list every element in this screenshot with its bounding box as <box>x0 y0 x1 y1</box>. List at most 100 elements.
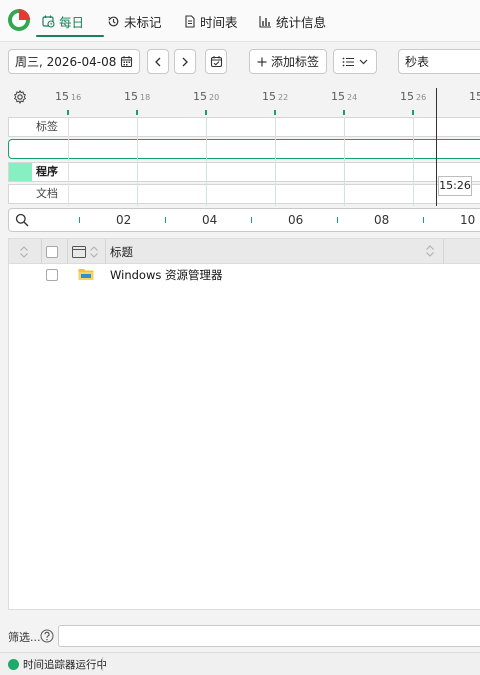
folder-icon <box>78 267 94 281</box>
hour-label: 10 <box>460 213 476 227</box>
status-bar: 时间追踪器运行中 <box>0 652 480 675</box>
hour-label: 04 <box>202 213 218 227</box>
timeline-row-active[interactable] <box>8 139 480 159</box>
time-tick-label: 15 18 <box>124 90 151 103</box>
time-tick-mark <box>343 110 345 115</box>
search-icon[interactable] <box>15 213 29 227</box>
window-icon <box>72 245 86 258</box>
chevron-down-icon <box>359 59 368 65</box>
bar-chart-icon <box>259 15 272 28</box>
plus-icon <box>257 57 267 67</box>
row-title: Windows 资源管理器 <box>110 268 223 282</box>
chevron-right-icon <box>181 57 189 67</box>
timeline-row-programs[interactable] <box>8 162 480 182</box>
timeline-row-label: 文档 <box>36 187 58 200</box>
tab-timesheet[interactable]: 时间表 <box>184 8 238 34</box>
stopwatch-value: 秒表 <box>405 55 430 69</box>
hour-tick <box>165 217 166 223</box>
timeline-row-documents[interactable] <box>8 184 480 204</box>
date-value: 周三, 2026-04-08 <box>15 55 117 69</box>
calendar-clock-icon <box>42 15 55 28</box>
status-divider <box>102 657 103 671</box>
view-mode-dropdown[interactable] <box>333 49 377 74</box>
timeline-row-label: 程序 <box>36 165 58 178</box>
grid-line <box>137 117 138 206</box>
timeline-row-tags[interactable] <box>8 117 480 137</box>
calendar-check-icon <box>210 55 223 68</box>
hour-tick <box>251 217 252 223</box>
icon-column-header[interactable] <box>72 239 106 264</box>
title-column-header[interactable]: 标题 <box>110 239 440 264</box>
tab-label: 统计信息 <box>276 14 327 30</box>
history-icon <box>107 15 120 28</box>
calendar-icon[interactable] <box>120 55 133 68</box>
add-tag-label: 添加标签 <box>270 55 319 69</box>
time-tick-mark <box>67 110 69 115</box>
time-tick-label: 15 20 <box>193 90 220 103</box>
hour-tick <box>423 217 424 223</box>
today-button[interactable] <box>205 49 227 74</box>
date-picker[interactable]: 周三, 2026-04-08 <box>8 49 140 74</box>
time-tick-mark <box>205 110 207 115</box>
table-header: 标题 <box>9 239 480 264</box>
tab-label: 每日 <box>59 14 85 30</box>
activity-table: 标题 Windows 资源管理器 <box>8 238 480 610</box>
chevron-left-icon <box>154 57 162 67</box>
prev-day-button[interactable] <box>147 49 169 74</box>
stopwatch-field[interactable]: 秒表 <box>398 49 480 74</box>
time-tick-label: 15 16 <box>55 90 82 103</box>
column-divider <box>67 239 68 264</box>
gear-icon[interactable] <box>13 90 27 104</box>
sort-icon <box>89 245 99 259</box>
hour-label: 02 <box>116 213 132 227</box>
row-checkbox[interactable] <box>46 269 58 281</box>
tab-label: 时间表 <box>200 14 238 30</box>
timeline-panel: 15 16 15 18 15 20 15 22 15 24 15 26 15 标签 程序 文… <box>0 86 480 210</box>
table-row[interactable]: Windows 资源管理器 <box>9 265 480 285</box>
status-text: 时间追踪器运行中 <box>23 659 107 671</box>
time-tick-label: 15 <box>469 90 480 103</box>
filter-input[interactable] <box>58 625 480 647</box>
time-tick-label: 15 24 <box>331 90 358 103</box>
select-all-cell <box>46 239 66 264</box>
sort-icon[interactable] <box>425 244 435 258</box>
column-divider <box>41 239 42 264</box>
hour-label: 06 <box>288 213 304 227</box>
filter-label: 筛选... <box>8 631 41 644</box>
time-tick-mark <box>412 110 414 115</box>
cursor-time-tooltip: 15:26 <box>438 176 472 196</box>
add-tag-button[interactable]: 添加标签 <box>249 49 327 74</box>
time-tick-mark <box>274 110 276 115</box>
sort-column-header[interactable] <box>19 239 43 264</box>
document-icon <box>184 14 196 28</box>
grid-line <box>275 117 276 206</box>
app-logo <box>8 9 30 31</box>
grid-line <box>344 117 345 206</box>
timeline-row-label: 标签 <box>36 120 58 133</box>
hour-label: 08 <box>374 213 390 227</box>
grid-line <box>206 117 207 206</box>
help-icon[interactable] <box>40 629 54 643</box>
tab-daily[interactable]: 每日 <box>42 8 84 34</box>
select-all-checkbox[interactable] <box>46 245 58 258</box>
tab-statistics[interactable]: 统计信息 <box>259 8 326 34</box>
time-tick-label: 15 26 <box>400 90 427 103</box>
list-icon <box>342 57 355 67</box>
time-tick-mark <box>136 110 138 115</box>
hour-tick <box>337 217 338 223</box>
next-day-button[interactable] <box>174 49 196 74</box>
top-navigation: 每日 未标记 时间表 统计信息 <box>0 0 480 42</box>
time-tick-label: 15 22 <box>262 90 289 103</box>
column-divider <box>443 239 444 264</box>
tab-label: 未标记 <box>124 14 162 30</box>
hour-tick <box>79 217 80 223</box>
status-indicator-icon <box>8 659 19 670</box>
grid-line <box>68 117 69 206</box>
grid-line <box>413 117 414 206</box>
active-tab-indicator <box>36 35 104 37</box>
hour-axis-scrollbar[interactable]: 02 04 06 08 10 <box>8 208 480 232</box>
filter-bar: 筛选... <box>0 622 480 650</box>
current-time-cursor[interactable] <box>436 88 437 206</box>
tab-untagged[interactable]: 未标记 <box>107 8 162 34</box>
column-divider <box>105 239 106 264</box>
